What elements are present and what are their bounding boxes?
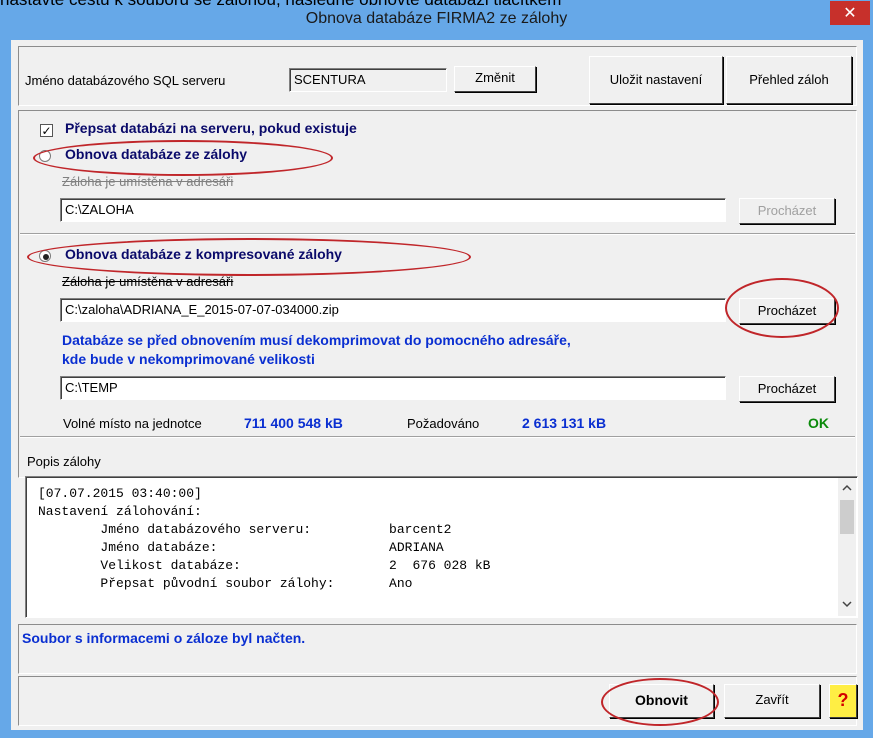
browse-temp-button[interactable]: Procházet [739, 376, 835, 402]
section-divider [20, 233, 855, 235]
chevron-down-icon[interactable] [842, 600, 852, 608]
window-title: Obnova databáze FIRMA2 ze zálohy [305, 10, 568, 27]
description-label: Popis zálohy [27, 454, 101, 469]
overwrite-label: Přepsat databázi na serveru, pokud exist… [65, 120, 357, 136]
description-line: Jméno databázového serveru: barcent2 [38, 522, 452, 537]
description-line: [07.07.2015 03:40:00] [38, 486, 202, 501]
status-message: Soubor s informacemi o záloze byl načten… [22, 630, 306, 646]
description-line: Velikost databáze: 2 676 028 kB [38, 558, 491, 573]
compressed-path-label: Záloha je umístěna v adresáři [62, 274, 234, 289]
description-box[interactable]: [07.07.2015 03:40:00] Nastavení zálohová… [25, 476, 858, 618]
question-mark-icon[interactable]: ? [829, 684, 857, 718]
free-space-label: Volné místo na jednotce [63, 416, 202, 431]
browse-backup-button[interactable]: Procházet [739, 198, 835, 224]
restore-button[interactable]: Obnovit [609, 684, 714, 718]
decompress-note-line1: Databáze se před obnovením musí dekompri… [62, 332, 571, 348]
server-name-field[interactable]: SCENTURA [289, 68, 447, 92]
chevron-up-icon[interactable] [842, 484, 852, 492]
backup-path-label: Záloha je umístěna v adresáři [62, 174, 234, 189]
backup-path-field[interactable]: C:\ZALOHA [60, 198, 726, 222]
section-divider [20, 436, 855, 438]
description-line: Jméno databáze: ADRIANA [38, 540, 444, 555]
dialog-window: nastavte cestu k souboru se zálohou, nás… [0, 0, 873, 738]
description-scrollbar[interactable] [838, 478, 856, 616]
description-line: Přepsat původní soubor zálohy: Ano [38, 576, 413, 591]
compressed-path-field[interactable]: C:\zaloha\ADRIANA_E_2015-07-07-034000.zi… [60, 298, 726, 322]
overwrite-checkbox[interactable]: ✓ [40, 124, 53, 137]
description-line: Nastavení zálohování: [38, 504, 202, 519]
close-icon[interactable]: ✕ [830, 1, 870, 25]
restore-compressed-radio[interactable] [39, 250, 51, 262]
decompress-note-line2: kde bude v nekomprimované velikosti [62, 351, 315, 367]
restore-backup-label: Obnova databáze ze zálohy [65, 146, 248, 162]
server-label: Jméno databázového SQL serveru [25, 73, 226, 88]
browse-compressed-button[interactable]: Procházet [739, 298, 835, 324]
scrollbar-thumb[interactable] [840, 500, 854, 534]
space-status: OK [808, 415, 829, 431]
free-space-value: 711 400 548 kB [244, 415, 343, 431]
restore-compressed-label: Obnova databáze z kompresované zálohy [65, 246, 342, 262]
title-bar[interactable]: Obnova databáze FIRMA2 ze zálohy [0, 0, 873, 40]
backup-overview-button[interactable]: Přehled záloh [726, 56, 852, 104]
save-settings-button[interactable]: Uložit nastavení [589, 56, 723, 104]
temp-path-field[interactable]: C:\TEMP [60, 376, 726, 400]
change-server-button[interactable]: Změnit [454, 66, 536, 92]
required-label: Požadováno [407, 416, 480, 431]
dialog-client: Jméno databázového SQL serveru SCENTURA … [11, 40, 863, 730]
close-button[interactable]: Zavřít [724, 684, 820, 718]
restore-backup-radio[interactable] [39, 150, 51, 162]
required-value: 2 613 131 kB [522, 415, 607, 431]
